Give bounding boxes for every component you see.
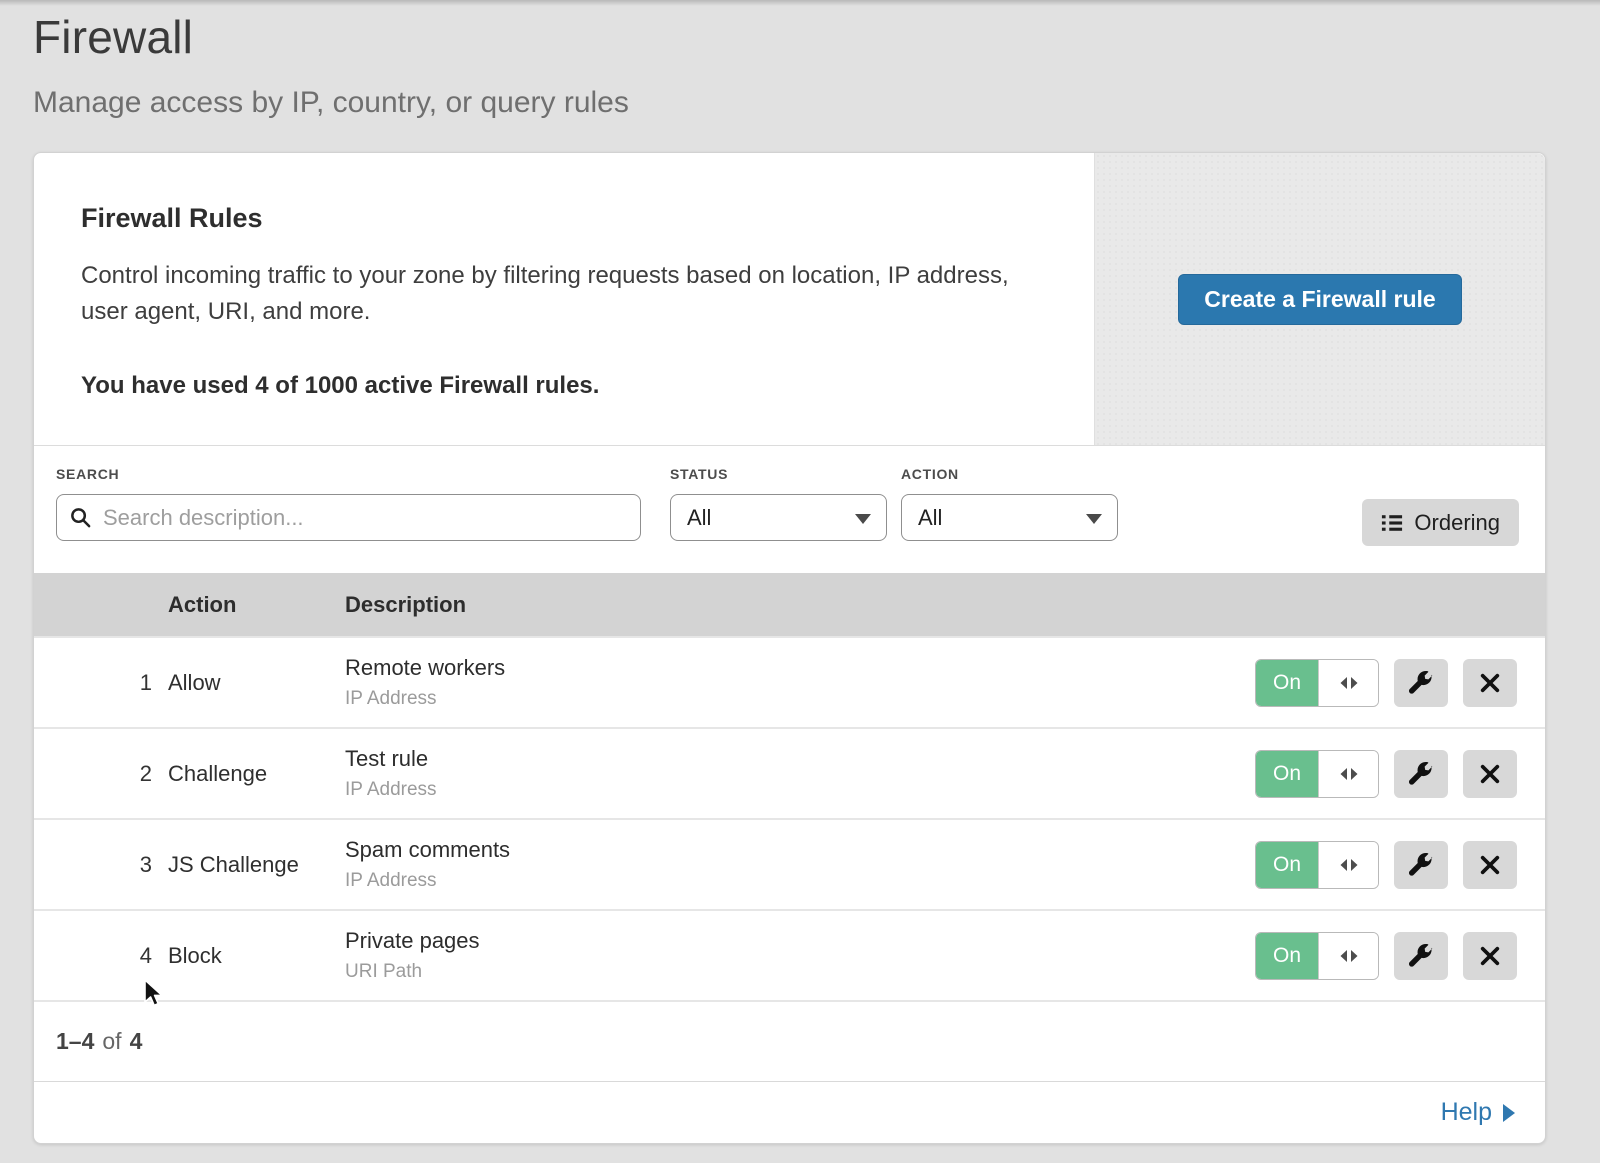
rule-description: Test rule	[345, 746, 1225, 772]
table-row: 2 Challenge Test rule IP Address On	[34, 727, 1545, 818]
rule-action: Block	[168, 943, 345, 969]
search-input[interactable]	[56, 494, 641, 541]
table-row: 3 JS Challenge Spam comments IP Address …	[34, 818, 1545, 909]
delete-rule-button[interactable]	[1463, 841, 1517, 889]
rule-priority: 4	[34, 943, 168, 969]
pagination-total: 4	[130, 1028, 143, 1055]
column-header-action: Action	[168, 592, 345, 618]
edit-rule-button[interactable]	[1394, 659, 1448, 707]
pagination-of: of	[102, 1028, 121, 1055]
action-filter: ACTION All	[901, 466, 1118, 541]
intro-description: Control incoming traffic to your zone by…	[81, 258, 1041, 330]
edit-rule-button[interactable]	[1394, 932, 1448, 980]
intro-text: Firewall Rules Control incoming traffic …	[34, 153, 1094, 445]
create-firewall-rule-button[interactable]: Create a Firewall rule	[1178, 274, 1461, 325]
rule-description: Remote workers	[345, 655, 1225, 681]
wrench-icon	[1409, 853, 1433, 877]
rule-enabled-toggle[interactable]: On	[1255, 932, 1379, 980]
ordering-button[interactable]: Ordering	[1362, 499, 1519, 546]
left-right-arrows-icon[interactable]	[1318, 842, 1378, 888]
rule-match-type: URI Path	[345, 961, 1225, 983]
rule-match-type: IP Address	[345, 870, 1225, 892]
help-link[interactable]: Help	[1441, 1098, 1515, 1127]
intro-section: Firewall Rules Control incoming traffic …	[34, 153, 1545, 446]
column-header-description: Description	[345, 592, 1225, 618]
action-select[interactable]: All	[901, 494, 1118, 541]
right-arrow-icon	[1503, 1104, 1515, 1122]
search-filter: SEARCH	[56, 466, 641, 541]
wrench-icon	[1409, 671, 1433, 695]
edit-rule-button[interactable]	[1394, 750, 1448, 798]
pagination: 1–4 of 4	[34, 1000, 1545, 1081]
status-select[interactable]: All	[670, 494, 887, 541]
x-icon	[1479, 854, 1501, 876]
search-icon	[69, 506, 92, 529]
left-right-arrows-icon[interactable]	[1318, 660, 1378, 706]
delete-rule-button[interactable]	[1463, 750, 1517, 798]
status-label: STATUS	[670, 466, 887, 482]
toggle-on-label: On	[1256, 842, 1318, 888]
action-select-value: All	[918, 505, 942, 531]
page-subtitle: Manage access by IP, country, or query r…	[33, 86, 1567, 120]
rule-action: JS Challenge	[168, 852, 345, 878]
chevron-down-icon	[855, 514, 871, 524]
chevron-down-icon	[1086, 514, 1102, 524]
table-header: Action Description	[34, 573, 1545, 636]
intro-heading: Firewall Rules	[81, 203, 1044, 234]
wrench-icon	[1409, 944, 1433, 968]
firewall-page: Firewall Manage access by IP, country, o…	[0, 0, 1600, 1144]
pagination-range: 1–4	[56, 1028, 94, 1055]
rule-priority: 1	[34, 670, 168, 696]
filter-bar: SEARCH STATUS All ACTION	[34, 446, 1545, 573]
delete-rule-button[interactable]	[1463, 932, 1517, 980]
toggle-on-label: On	[1256, 751, 1318, 797]
action-label: ACTION	[901, 466, 1118, 482]
left-right-arrows-icon[interactable]	[1318, 751, 1378, 797]
left-right-arrows-icon[interactable]	[1318, 933, 1378, 979]
x-icon	[1479, 763, 1501, 785]
edit-rule-button[interactable]	[1394, 841, 1448, 889]
toggle-on-label: On	[1256, 660, 1318, 706]
search-box	[56, 494, 641, 541]
rule-enabled-toggle[interactable]: On	[1255, 841, 1379, 889]
rule-match-type: IP Address	[345, 688, 1225, 710]
rule-description: Spam comments	[345, 837, 1225, 863]
rule-priority: 3	[34, 852, 168, 878]
rules-usage-text: You have used 4 of 1000 active Firewall …	[81, 372, 1044, 400]
wrench-icon	[1409, 762, 1433, 786]
toggle-on-label: On	[1256, 933, 1318, 979]
rule-action: Challenge	[168, 761, 345, 787]
status-filter: STATUS All	[670, 466, 887, 541]
rule-priority: 2	[34, 761, 168, 787]
rule-enabled-toggle[interactable]: On	[1255, 750, 1379, 798]
ordering-list-icon	[1381, 512, 1403, 534]
delete-rule-button[interactable]	[1463, 659, 1517, 707]
page-title: Firewall	[33, 10, 1567, 64]
table-row: 1 Allow Remote workers IP Address On	[34, 636, 1545, 727]
firewall-rules-card: Firewall Rules Control incoming traffic …	[33, 152, 1546, 1144]
rule-enabled-toggle[interactable]: On	[1255, 659, 1379, 707]
status-select-value: All	[687, 505, 711, 531]
rule-action: Allow	[168, 670, 345, 696]
table-row: 4 Block Private pages URI Path On	[34, 909, 1545, 1000]
x-icon	[1479, 672, 1501, 694]
rule-description: Private pages	[345, 928, 1225, 954]
help-link-label: Help	[1441, 1098, 1492, 1127]
rule-match-type: IP Address	[345, 779, 1225, 801]
search-label: SEARCH	[56, 466, 641, 482]
create-rule-panel: Create a Firewall rule	[1094, 153, 1545, 445]
x-icon	[1479, 945, 1501, 967]
card-footer: Help	[34, 1081, 1545, 1143]
ordering-button-label: Ordering	[1414, 510, 1500, 536]
